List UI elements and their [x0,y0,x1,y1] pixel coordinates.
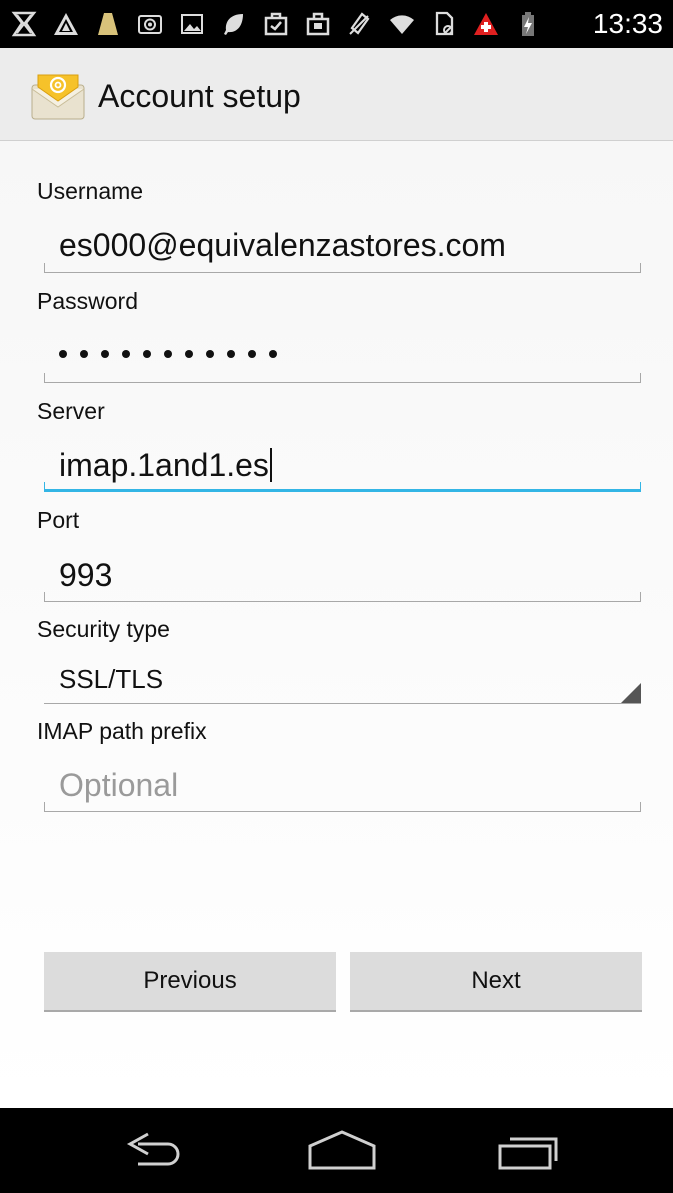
briefcase-icon [302,8,334,40]
security-type-underline [44,703,641,704]
password-dots [59,350,277,358]
status-bar: 13:33 [0,0,673,48]
wifi-icon [386,8,418,40]
imap-path-prefix-underline [44,802,641,812]
sd-card-icon [428,8,460,40]
image-icon [176,8,208,40]
page-title: Account setup [98,78,301,114]
username-field[interactable]: es000@equivalenzastores.com [59,225,506,265]
no-sim-rotate-icon [344,8,376,40]
server-label: Server [37,398,105,424]
text-cursor [269,448,272,482]
server-field[interactable]: imap.1and1.es [59,445,272,485]
status-icons [8,6,544,42]
action-bar: Account setup [0,48,673,141]
camera-icon [134,8,166,40]
back-icon[interactable] [116,1126,196,1176]
security-type-spinner[interactable]: SSL/TLS [44,653,641,705]
leaf-icon [218,8,250,40]
username-underline [44,263,641,273]
lamp-icon [92,8,124,40]
red-cross-icon [470,8,502,40]
clock: 13:33 [592,8,663,39]
home-icon[interactable] [302,1126,382,1176]
recent-apps-icon[interactable] [490,1126,570,1176]
email-app-icon [30,71,86,121]
battery-charging-icon [512,8,544,40]
server-underline-focused [44,482,641,492]
navigation-bar [0,1108,673,1193]
port-underline [44,592,641,602]
password-label: Password [37,288,138,314]
security-type-label: Security type [37,616,170,642]
imap-path-prefix-label: IMAP path prefix [37,718,207,744]
imap-path-prefix-field[interactable]: Optional [59,765,178,805]
port-field[interactable]: 993 [59,555,112,595]
username-label: Username [37,178,144,204]
port-label: Port [37,507,80,533]
previous-button[interactable]: Previous [44,952,336,1012]
next-button[interactable]: Next [350,952,642,1012]
password-underline [44,373,641,383]
clipboard-check-icon [260,8,292,40]
warning-triangle-icon [50,8,82,40]
dropdown-triangle-icon [621,683,641,703]
security-type-value: SSL/TLS [59,664,164,694]
notification-x-icon [8,8,40,40]
server-value: imap.1and1.es [59,447,269,483]
